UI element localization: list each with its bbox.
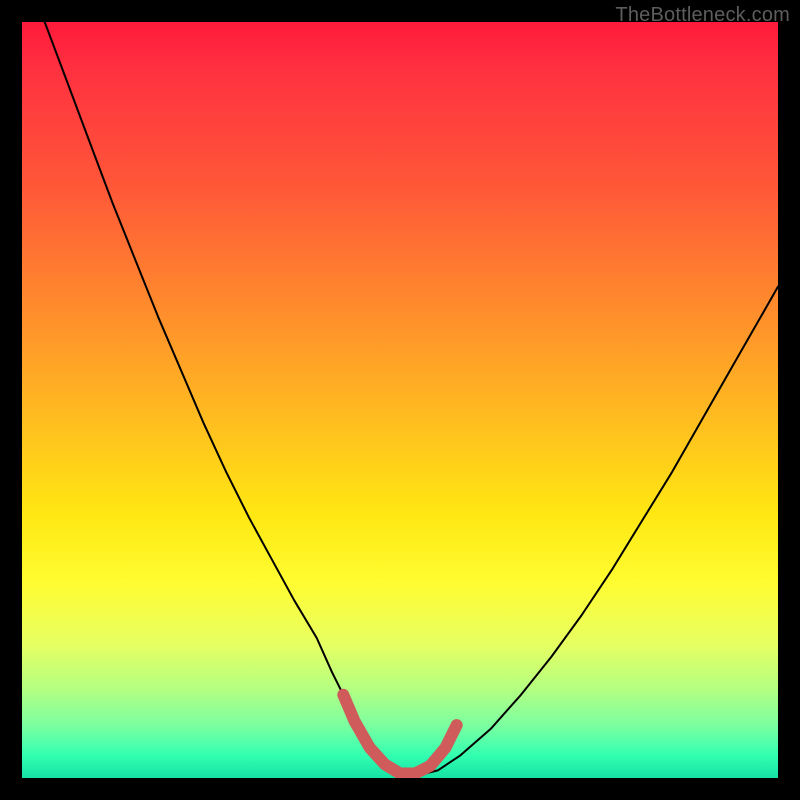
chart-plot-area <box>22 22 778 778</box>
chart-frame: TheBottleneck.com <box>0 0 800 800</box>
chart-svg <box>22 22 778 778</box>
bottleneck-curve <box>45 22 778 774</box>
optimal-zone-highlight <box>343 695 456 774</box>
watermark-text: TheBottleneck.com <box>615 4 790 27</box>
